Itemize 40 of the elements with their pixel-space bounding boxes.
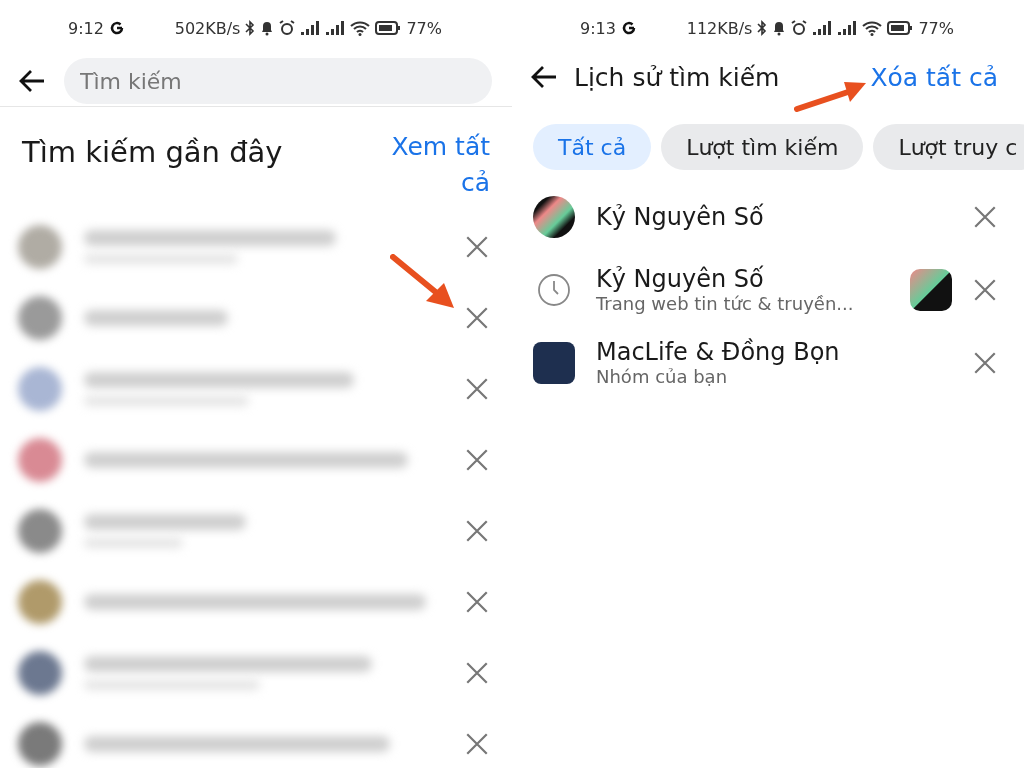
bluetooth-icon <box>245 20 256 36</box>
network-speed: 112KB/s <box>686 18 753 38</box>
filter-chip[interactable]: Lượt truy c <box>873 124 1024 170</box>
filter-chip[interactable]: Lượt tìm kiếm <box>661 124 864 170</box>
battery-percent: 77% <box>918 18 954 38</box>
result-title: MacLife & Đồng Bọn <box>596 338 841 366</box>
battery-icon <box>375 20 402 36</box>
result-title: Kỷ Nguyên Số <box>596 202 765 231</box>
section-heading: Tìm kiếm gần đây <box>22 135 283 169</box>
clock-time: 9:13 <box>580 18 616 38</box>
clear-all-link[interactable]: Xóa tất cả <box>870 62 998 92</box>
page-avatar <box>533 195 575 238</box>
wifi-icon <box>350 20 371 36</box>
page-title: Lịch sử tìm kiếm <box>574 62 781 92</box>
signal-icon <box>300 20 321 36</box>
result-subtitle: Trang web tin tức & truyền... <box>596 293 855 314</box>
battery-icon <box>887 20 914 36</box>
annotation-arrow <box>390 254 456 310</box>
wifi-icon <box>862 20 883 36</box>
signal-icon <box>837 20 858 36</box>
bell-icon <box>772 20 787 36</box>
g-logo-icon <box>620 20 637 36</box>
clock-time: 9:12 <box>68 18 104 38</box>
search-field[interactable]: Tìm kiếm <box>64 58 492 104</box>
clock-icon <box>537 272 571 307</box>
signal-icon <box>812 20 833 36</box>
see-all-link[interactable]: Xem tất cả <box>380 129 490 201</box>
result-title: Kỷ Nguyên Số <box>596 265 765 293</box>
bell-icon <box>260 20 275 36</box>
bluetooth-icon <box>757 20 768 36</box>
g-logo-icon <box>108 20 125 36</box>
alarm-icon <box>279 20 296 36</box>
alarm-icon <box>791 20 808 36</box>
thumbnail-image <box>910 268 952 311</box>
result-subtitle: Nhóm của bạn <box>596 366 729 387</box>
network-speed: 502KB/s <box>174 18 241 38</box>
group-avatar <box>533 341 575 384</box>
signal-icon <box>325 20 346 36</box>
battery-percent: 77% <box>406 18 442 38</box>
filter-chip[interactable]: Tất cả <box>533 124 652 170</box>
